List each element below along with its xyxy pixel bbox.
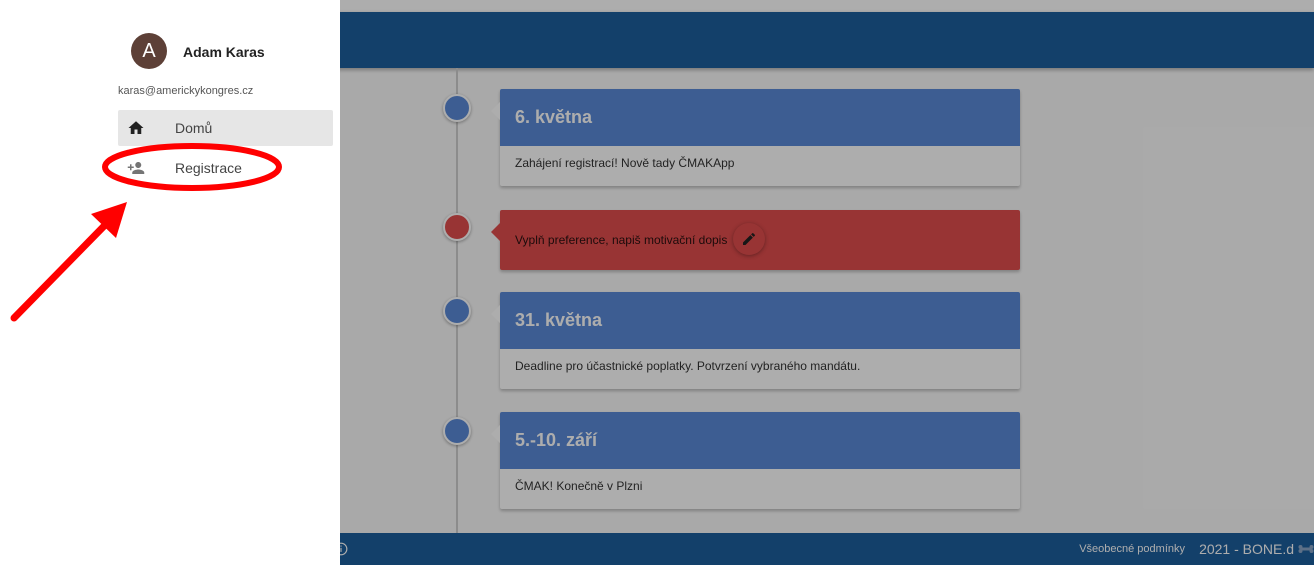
nav-item-registrace[interactable]: Registrace xyxy=(118,150,333,186)
home-icon xyxy=(128,121,144,134)
nav-item-home[interactable]: Domů xyxy=(118,110,333,146)
user-name: Adam Karas xyxy=(183,44,265,60)
nav-item-label: Domů xyxy=(175,120,213,136)
navigation-drawer: A Adam Karas karas@americkykongres.cz Do… xyxy=(0,0,340,565)
avatar: A xyxy=(131,33,167,69)
person-add-icon xyxy=(127,162,145,174)
nav-item-label: Registrace xyxy=(175,160,242,176)
page: 6. května Zahájení registrací! Nově tady… xyxy=(0,0,1314,565)
user-email: karas@americkykongres.cz xyxy=(118,85,254,97)
